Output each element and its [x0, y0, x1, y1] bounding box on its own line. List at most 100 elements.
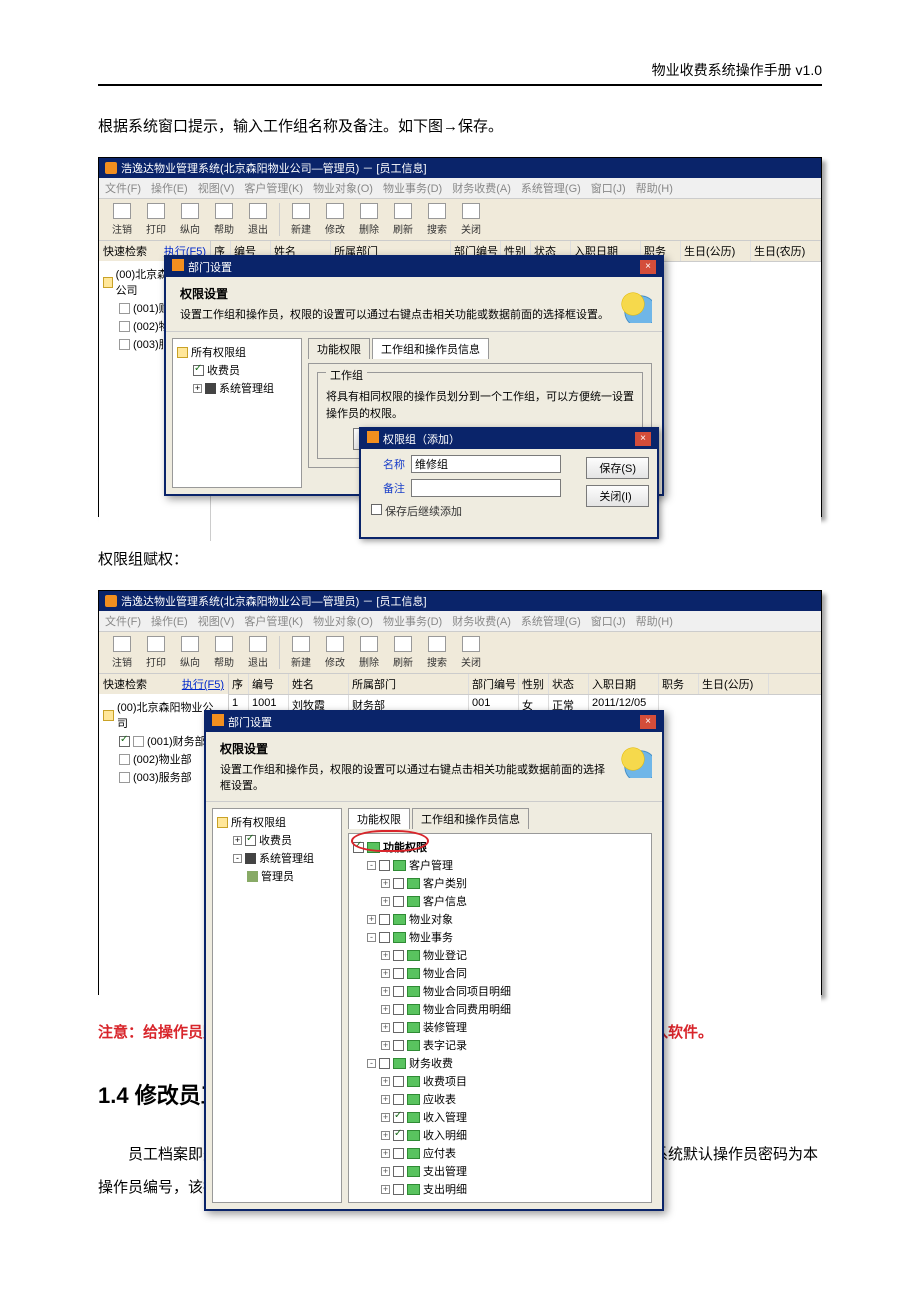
- perm-node[interactable]: + 物业合同项目明细: [353, 982, 647, 1000]
- search-button[interactable]: 搜索: [420, 203, 454, 236]
- logout-icon: [113, 203, 131, 219]
- menu-item[interactable]: 文件(F): [105, 613, 141, 629]
- menu-item[interactable]: 帮助(H): [636, 180, 673, 196]
- col-header: 职务: [659, 674, 699, 694]
- perm-node[interactable]: - 物业事务: [353, 928, 647, 946]
- perm-node[interactable]: + 收费项目: [353, 1072, 647, 1090]
- search-button[interactable]: 搜索: [420, 636, 454, 669]
- execute-link[interactable]: 执行(F5): [182, 676, 224, 692]
- menu-item[interactable]: 财务收费(A): [452, 180, 511, 196]
- perm-node[interactable]: - 客户管理: [353, 856, 647, 874]
- perm-node[interactable]: + 客户类别: [353, 874, 647, 892]
- help-icon: [215, 203, 233, 219]
- perm-node[interactable]: + 客户信息: [353, 892, 647, 910]
- intro-text: 根据系统窗口提示，输入工作组名称及备注。如下图→保存。: [98, 110, 822, 143]
- perm-node[interactable]: + 收入管理: [353, 1108, 647, 1126]
- perm-node[interactable]: + 物业合同: [353, 964, 647, 982]
- name-input[interactable]: [411, 455, 561, 473]
- help-button[interactable]: 帮助: [207, 636, 241, 669]
- menu-item[interactable]: 物业事务(D): [383, 180, 442, 196]
- menu-item[interactable]: 操作(E): [151, 180, 188, 196]
- permission-tree[interactable]: 功能权限- 客户管理+ 客户类别+ 客户信息+ 物业对象- 物业事务+ 物业登记…: [348, 833, 652, 1203]
- col-header: 性别: [519, 674, 549, 694]
- delete-button[interactable]: 删除: [352, 636, 386, 669]
- perm-node[interactable]: - 财务收费: [353, 1054, 647, 1072]
- menu-item[interactable]: 文件(F): [105, 180, 141, 196]
- perm-node[interactable]: + 收入明细: [353, 1126, 647, 1144]
- perm-node[interactable]: + 支出明细: [353, 1180, 647, 1198]
- menu-item[interactable]: 系统管理(G): [521, 180, 581, 196]
- menu-item[interactable]: 窗口(J): [591, 180, 626, 196]
- exit-button[interactable]: 退出: [241, 636, 275, 669]
- dialog-titlebar[interactable]: 部门设置 ×: [166, 257, 662, 277]
- perm-node[interactable]: + 物业对象: [353, 910, 647, 928]
- logout-button[interactable]: 注销: [105, 636, 139, 669]
- role-tree[interactable]: 所有权限组 收费员+ 系统管理组: [172, 338, 302, 488]
- menu-item[interactable]: 客户管理(K): [244, 613, 303, 629]
- layout-button[interactable]: 纵向: [173, 636, 207, 669]
- delete-button[interactable]: 删除: [352, 203, 386, 236]
- role-tree[interactable]: 所有权限组+ 收费员- 系统管理组 管理员: [212, 808, 342, 1203]
- perm-node[interactable]: + 装修管理: [353, 1018, 647, 1036]
- menu-item[interactable]: 系统管理(G): [521, 613, 581, 629]
- exit-button[interactable]: 退出: [241, 203, 275, 236]
- menu-item[interactable]: 视图(V): [198, 613, 235, 629]
- perm-node[interactable]: + 应收表: [353, 1090, 647, 1108]
- app-titlebar: 浩逸达物业管理系统(北京森阳物业公司—管理员) － [员工信息]: [99, 591, 821, 611]
- new-button[interactable]: 新建: [284, 636, 318, 669]
- refresh-button[interactable]: 刷新: [386, 636, 420, 669]
- col-header: 状态: [549, 674, 589, 694]
- edit-button[interactable]: 修改: [318, 203, 352, 236]
- tabs[interactable]: 功能权限 工作组和操作员信息: [308, 338, 652, 359]
- toolbar[interactable]: 注销打印纵向帮助退出新建修改删除刷新搜索关闭: [99, 199, 821, 241]
- layout-icon: [181, 636, 199, 652]
- print-button[interactable]: 打印: [139, 636, 173, 669]
- refresh-button[interactable]: 刷新: [386, 203, 420, 236]
- subdialog-icon: [367, 431, 379, 443]
- menu-item[interactable]: 客户管理(K): [244, 180, 303, 196]
- screenshot-2: 浩逸达物业管理系统(北京森阳物业公司—管理员) － [员工信息] 文件(F) 操作…: [98, 590, 822, 995]
- tab-function-perms[interactable]: 功能权限: [308, 338, 370, 359]
- perm-node[interactable]: + 物业登记: [353, 946, 647, 964]
- close-button[interactable]: 关闭: [454, 636, 488, 669]
- close-icon[interactable]: ×: [635, 432, 651, 446]
- menu-item[interactable]: 财务收费(A): [452, 613, 511, 629]
- new-button[interactable]: 新建: [284, 203, 318, 236]
- perm-node[interactable]: + 物业合同费用明细: [353, 1000, 647, 1018]
- edit-button[interactable]: 修改: [318, 636, 352, 669]
- delete-icon: [360, 636, 378, 652]
- close-button[interactable]: 关闭: [454, 203, 488, 236]
- print-button[interactable]: 打印: [139, 203, 173, 236]
- note-input[interactable]: [411, 479, 561, 497]
- menu-item[interactable]: 视图(V): [198, 180, 235, 196]
- help-button[interactable]: 帮助: [207, 203, 241, 236]
- note-label: 备注: [371, 480, 405, 496]
- tab-function-perms[interactable]: 功能权限: [348, 808, 410, 829]
- subdialog-titlebar[interactable]: 权限组（添加） ×: [361, 429, 657, 449]
- menu-item[interactable]: 帮助(H): [636, 613, 673, 629]
- perm-root[interactable]: 功能权限: [353, 838, 647, 856]
- menu-item[interactable]: 窗口(J): [591, 613, 626, 629]
- menubar[interactable]: 文件(F) 操作(E) 视图(V) 客户管理(K) 物业对象(O) 物业事务(D) 财务收费…: [99, 611, 821, 632]
- close-icon[interactable]: ×: [640, 260, 656, 274]
- toolbar[interactable]: 注销打印纵向帮助退出新建修改删除刷新搜索关闭: [99, 632, 821, 674]
- menu-item[interactable]: 操作(E): [151, 613, 188, 629]
- menu-item[interactable]: 物业对象(O): [313, 613, 373, 629]
- menubar[interactable]: 文件(F) 操作(E) 视图(V) 客户管理(K) 物业对象(O) 物业事务(D) 财务收费…: [99, 178, 821, 199]
- close-button[interactable]: 关闭(I): [586, 485, 649, 507]
- tab-group-operator[interactable]: 工作组和操作员信息: [412, 808, 529, 829]
- col-header: 生日(农历): [751, 241, 821, 261]
- perm-node[interactable]: + 应付表: [353, 1144, 647, 1162]
- perm-node[interactable]: + 支出管理: [353, 1162, 647, 1180]
- layout-button[interactable]: 纵向: [173, 203, 207, 236]
- main-area: 序编号姓名所属部门部门编号性别状态入职日期职务生日(公历)生日(农历) 1 10…: [211, 241, 821, 541]
- menu-item[interactable]: 物业对象(O): [313, 180, 373, 196]
- logout-button[interactable]: 注销: [105, 203, 139, 236]
- menu-item[interactable]: 物业事务(D): [383, 613, 442, 629]
- tab-group-operator[interactable]: 工作组和操作员信息: [372, 338, 489, 359]
- dialog-desc: 设置工作组和操作员，权限的设置可以通过右键点击相关功能或数据前面的选择框设置。: [180, 309, 609, 321]
- close-icon[interactable]: ×: [640, 715, 656, 729]
- app-titlebar: 浩逸达物业管理系统(北京森阳物业公司—管理员) － [员工信息]: [99, 158, 821, 178]
- perm-node[interactable]: + 表字记录: [353, 1036, 647, 1054]
- save-button[interactable]: 保存(S): [586, 457, 649, 479]
